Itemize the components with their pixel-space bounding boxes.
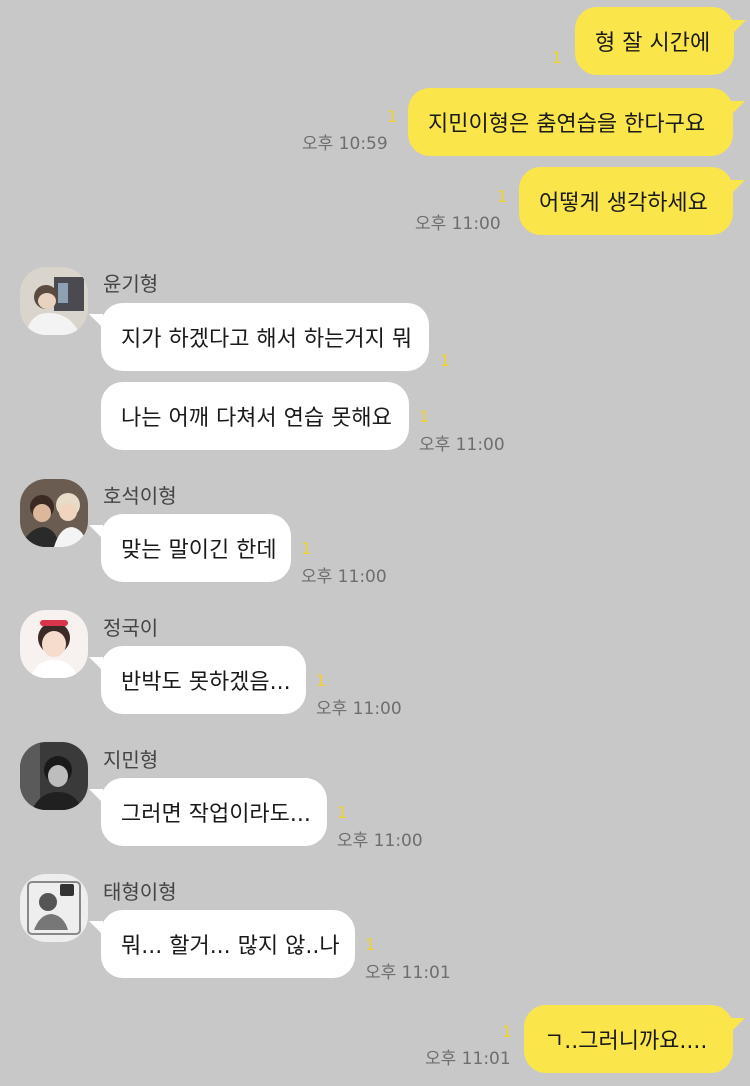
sender-name: 정국이 (103, 616, 159, 640)
bubble-tail (731, 180, 745, 194)
bubble-tail (89, 921, 103, 935)
bubble-tail (89, 525, 103, 539)
sender-name: 태형이형 (103, 880, 177, 904)
bubble-tail (732, 20, 746, 34)
my-message-bubble[interactable]: 어떻게 생각하세요 (519, 167, 733, 235)
message-timestamp: 오후 11:00 (337, 831, 423, 851)
message-timestamp: 오후 11:00 (419, 435, 505, 455)
message-text: 뭐... 할거... 많지 않..나 (121, 934, 340, 959)
message-timestamp: 오후 11:00 (316, 699, 402, 719)
message-timestamp: 오후 11:00 (301, 567, 387, 587)
message-text: ㄱ..그러니까요.... (544, 1029, 708, 1054)
message-text: 맞는 말이긴 한데 (121, 538, 277, 563)
profile-photo (20, 742, 88, 810)
message-text: 반박도 못하겠음... (121, 670, 291, 695)
message-text: 형 잘 시간에 (595, 31, 711, 56)
sender-name: 호석이형 (103, 484, 177, 508)
message-timestamp: 오후 10:59 (302, 134, 388, 154)
their-message-bubble[interactable]: 반박도 못하겠음... (101, 646, 306, 714)
message-text: 어떻게 생각하세요 (539, 191, 708, 216)
unread-count: 1 (552, 48, 563, 67)
unread-count: 1 (301, 539, 312, 558)
sender-name: 윤기형 (103, 272, 159, 296)
message-text: 그러면 작업이라도... (121, 802, 311, 827)
message-timestamp: 오후 11:01 (425, 1049, 511, 1069)
their-message-bubble[interactable]: 그러면 작업이라도... (101, 778, 327, 846)
profile-avatar-taehyung[interactable] (20, 874, 88, 942)
unread-count: 1 (419, 407, 430, 426)
bubble-tail (89, 314, 103, 328)
message-text: 나는 어깨 다쳐서 연습 못해요 (121, 406, 392, 431)
message-text: 지가 하겠다고 해서 하는거지 뭐 (121, 327, 413, 352)
message-timestamp: 오후 11:00 (415, 214, 501, 234)
their-message-bubble[interactable]: 나는 어깨 다쳐서 연습 못해요 (101, 382, 409, 450)
their-message-bubble[interactable]: 지가 하겠다고 해서 하는거지 뭐 (101, 303, 429, 371)
profile-photo (20, 479, 88, 547)
profile-avatar-jungkook[interactable] (20, 610, 88, 678)
unread-count: 1 (387, 107, 398, 126)
their-message-bubble[interactable]: 뭐... 할거... 많지 않..나 (101, 910, 355, 978)
my-message-bubble[interactable]: 형 잘 시간에 (575, 7, 734, 75)
unread-count: 1 (337, 803, 348, 822)
bubble-tail (731, 101, 745, 115)
profile-photo (20, 874, 88, 942)
bubble-tail (731, 1018, 745, 1032)
profile-photo (20, 267, 88, 335)
unread-count: 1 (440, 351, 451, 370)
profile-avatar-jimin[interactable] (20, 742, 88, 810)
message-timestamp: 오후 11:01 (365, 963, 451, 983)
bubble-tail (89, 657, 103, 671)
unread-count: 1 (497, 187, 508, 206)
sender-name: 지민형 (103, 748, 159, 772)
profile-avatar-yoongi[interactable] (20, 267, 88, 335)
profile-avatar-hoseok[interactable] (20, 479, 88, 547)
bubble-tail (89, 789, 103, 803)
unread-count: 1 (365, 935, 376, 954)
unread-count: 1 (316, 671, 327, 690)
my-message-bubble[interactable]: 지민이형은 춤연습을 한다구요 (408, 88, 733, 156)
their-message-bubble[interactable]: 맞는 말이긴 한데 (101, 514, 291, 582)
profile-photo (20, 610, 88, 678)
unread-count: 1 (502, 1022, 513, 1041)
message-text: 지민이형은 춤연습을 한다구요 (428, 112, 706, 137)
my-message-bubble[interactable]: ㄱ..그러니까요.... (524, 1005, 733, 1073)
